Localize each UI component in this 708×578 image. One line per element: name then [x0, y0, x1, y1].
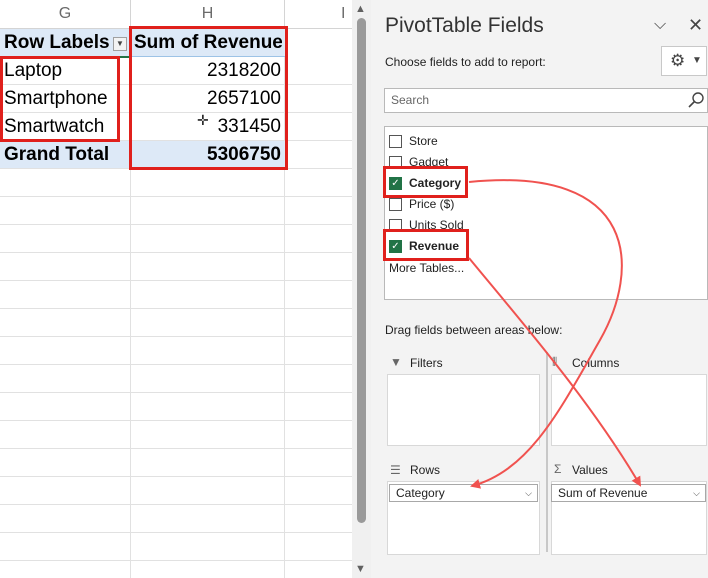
sigma-icon: Σ [554, 462, 562, 476]
field-checkbox-checked[interactable]: ✓ [389, 177, 402, 190]
chevron-down-icon: ▼ [692, 55, 702, 66]
scroll-up-icon[interactable]: ▲ [355, 3, 366, 15]
choose-fields-text: Choose fields to add to report: [385, 55, 546, 69]
spreadsheet-grid[interactable]: G H I Row Labels ▼ Sum of Revenue Laptop… [0, 0, 352, 578]
grid-line [0, 196, 352, 197]
grid-line [0, 504, 352, 505]
grid-line [0, 280, 352, 281]
field-label: Price ($) [409, 197, 455, 211]
field-label: Gadget [409, 155, 449, 169]
grid-line [0, 392, 352, 393]
grid-line [0, 224, 352, 225]
grid-line [0, 532, 352, 533]
vertical-scrollbar[interactable]: ▲ ▼ [352, 0, 371, 578]
value-smartphone[interactable]: 2657100 [133, 85, 281, 113]
search-placeholder: Search [391, 93, 430, 107]
grid-line [0, 476, 352, 477]
chevron-down-icon[interactable]: ⌵ [654, 16, 666, 34]
columns-area-label: Columns [572, 356, 620, 370]
field-checkbox[interactable] [389, 219, 402, 232]
chevron-down-icon[interactable]: ⌵ [525, 485, 532, 501]
filters-area-label: Filters [410, 356, 443, 370]
grid-line [0, 420, 352, 421]
field-checkbox[interactable] [389, 135, 402, 148]
field-label: Category [409, 176, 462, 190]
column-header-row: G H I [0, 0, 352, 29]
field-label: Revenue [409, 239, 460, 253]
area-splitter[interactable] [546, 352, 548, 552]
rows-field-chip[interactable]: Category ⌵ [389, 484, 538, 502]
grid-line [0, 448, 352, 449]
rows-chip-label: Category [396, 486, 445, 500]
row-labels-filter-button[interactable]: ▼ [113, 37, 127, 51]
field-checkbox[interactable] [389, 198, 402, 211]
row-label-smartphone[interactable]: Smartphone [4, 85, 129, 113]
more-tables-link[interactable]: More Tables... [389, 261, 464, 275]
sum-of-revenue-header[interactable]: Sum of Revenue [134, 29, 282, 57]
field-label: Store [409, 134, 438, 148]
drag-fields-text: Drag fields between areas below: [385, 323, 563, 337]
grid-line [0, 252, 352, 253]
column-header-i[interactable]: I [285, 0, 352, 28]
grid-line [0, 308, 352, 309]
row-label-laptop[interactable]: Laptop [4, 57, 129, 85]
field-label: Units Sold [409, 218, 464, 232]
grid-line [0, 364, 352, 365]
close-icon[interactable]: ✕ [688, 15, 703, 36]
scroll-thumb[interactable] [357, 18, 366, 523]
row-labels-header[interactable]: Row Labels [4, 29, 129, 57]
grand-total-label[interactable]: Grand Total [4, 141, 129, 169]
tools-button[interactable]: ⚙ ▼ [661, 46, 707, 76]
field-search-input[interactable]: Search [384, 88, 708, 113]
value-laptop[interactable]: 2318200 [133, 57, 281, 85]
values-chip-label: Sum of Revenue [558, 486, 648, 500]
values-area-label: Values [572, 463, 608, 477]
row-label-smartwatch[interactable]: Smartwatch [4, 113, 129, 141]
chevron-down-icon[interactable]: ⌵ [693, 485, 700, 501]
filter-icon: ▼ [390, 355, 402, 369]
scroll-down-icon[interactable]: ▼ [355, 563, 366, 575]
columns-drop-zone[interactable] [551, 374, 707, 446]
field-checkbox-checked[interactable]: ✓ [389, 240, 402, 253]
field-list: Store Gadget ✓ Category Price ($) Units … [384, 126, 708, 300]
column-header-g[interactable]: G [0, 0, 131, 28]
field-checkbox[interactable] [389, 156, 402, 169]
grand-total-value[interactable]: 5306750 [133, 141, 281, 169]
values-field-chip[interactable]: Sum of Revenue ⌵ [551, 484, 706, 502]
grid-line [0, 336, 352, 337]
columns-icon: ⦀ [552, 355, 558, 369]
rows-area-label: Rows [410, 463, 441, 477]
grid-line [0, 560, 352, 561]
column-header-h[interactable]: H [131, 0, 285, 28]
pivot-fields-pane: PivotTable Fields ⌵ ✕ Choose fields to a… [371, 0, 708, 578]
search-icon [688, 92, 704, 108]
cell-cursor-icon: ✛ [197, 112, 209, 128]
filters-drop-zone[interactable] [387, 374, 540, 446]
rows-icon: ☰ [390, 463, 401, 477]
gear-icon: ⚙ [670, 51, 686, 70]
pane-title: PivotTable Fields [385, 14, 544, 37]
